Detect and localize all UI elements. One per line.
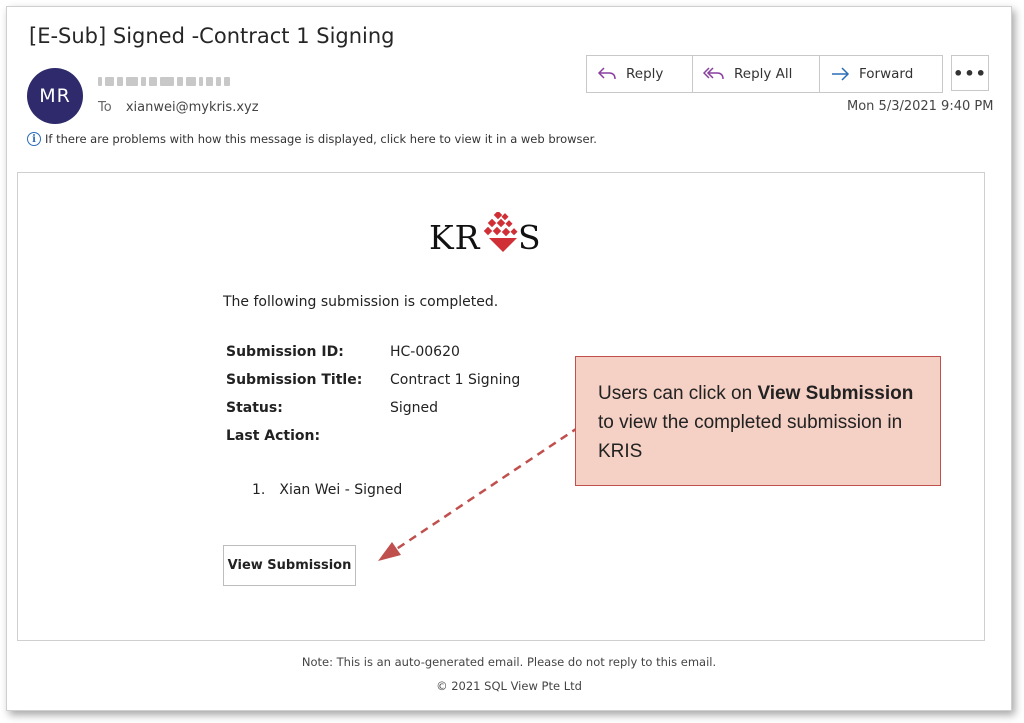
status-value: Signed <box>390 400 439 416</box>
reply-all-label: Reply All <box>734 66 793 82</box>
submission-title-value: Contract 1 Signing <box>390 372 521 388</box>
recipient-address[interactable]: xianwei@mykris.xyz <box>126 100 259 115</box>
reply-button[interactable]: Reply <box>587 56 693 92</box>
forward-icon <box>832 67 850 81</box>
list-item: 1. Xian Wei - Signed <box>252 482 402 498</box>
kris-logo: KR S <box>429 212 541 257</box>
info-icon: i <box>27 132 41 146</box>
sender-avatar[interactable]: MR <box>27 68 83 124</box>
completion-intro: The following submission is completed. <box>223 294 499 310</box>
logo-text-kr: KR <box>429 218 481 257</box>
forward-label: Forward <box>859 66 914 82</box>
footer-note: Note: This is an auto-generated email. P… <box>301 655 717 669</box>
callout-text-bold: View Submission <box>757 383 914 404</box>
submission-id-label: Submission ID: <box>226 344 344 360</box>
to-label: To <box>98 100 112 115</box>
footer-copyright: © 2021 SQL View Pte Ltd <box>436 679 582 693</box>
message-actions: Reply Reply All Forward <box>586 55 943 93</box>
display-problem-notice[interactable]: i If there are problems with how this me… <box>27 132 597 146</box>
status-label: Status: <box>226 400 283 416</box>
reply-icon <box>597 67 616 80</box>
reply-all-icon <box>703 67 724 80</box>
logo-mark-icon <box>483 212 518 252</box>
message-date: Mon 5/3/2021 9:40 PM <box>847 99 994 114</box>
email-subject: [E-Sub] Signed -Contract 1 Signing <box>29 24 395 48</box>
submission-title-label: Submission Title: <box>226 372 363 388</box>
annotation-callout: Users can click on View Submission to vi… <box>575 356 941 486</box>
callout-text-part2: to view the completed submission in KRIS <box>598 412 903 462</box>
forward-button[interactable]: Forward <box>820 56 942 92</box>
reply-label: Reply <box>626 66 664 82</box>
last-action-label: Last Action: <box>226 428 321 444</box>
reply-all-button[interactable]: Reply All <box>693 56 820 92</box>
view-submission-button[interactable]: View Submission <box>223 545 356 586</box>
callout-text-part1: Users can click on <box>598 383 758 404</box>
sender-name-redacted <box>98 74 230 88</box>
submission-id-value: HC-00620 <box>390 344 460 360</box>
list-item-text: Xian Wei - Signed <box>279 482 403 498</box>
more-actions-button[interactable]: ••• <box>951 55 989 91</box>
display-problem-text: If there are problems with how this mess… <box>45 132 597 146</box>
recipient-row: To xianwei@mykris.xyz <box>98 100 259 115</box>
callout-text: Users can click on View Submission to vi… <box>598 379 928 466</box>
list-item-number: 1. <box>252 482 266 498</box>
logo-text-s: S <box>518 218 541 257</box>
